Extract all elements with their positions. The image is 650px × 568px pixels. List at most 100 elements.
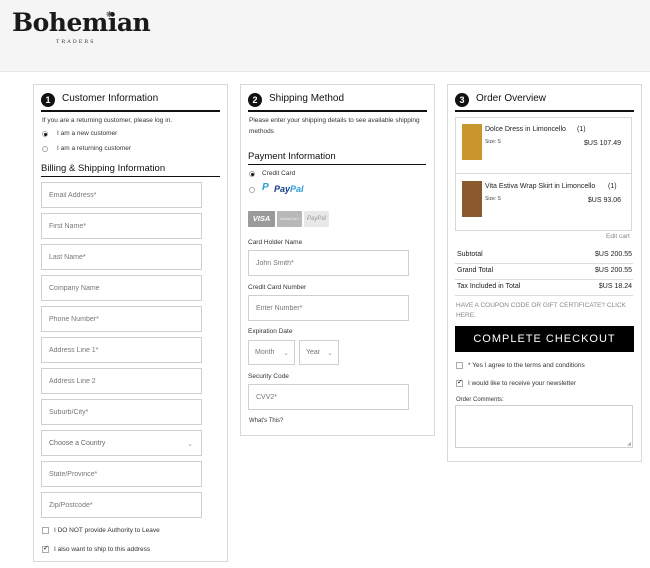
logo-flourish-icon: ❋ [106, 10, 113, 19]
year-value[interactable]: Year [306, 349, 320, 356]
site-header: Bohemian ❋ TRADERS [0, 0, 650, 72]
panel-title: Customer Information [62, 93, 159, 104]
whats-this-link[interactable]: What's This? [249, 418, 283, 424]
paypal-radio[interactable] [249, 187, 255, 193]
expiration-date-label: Expiration Date [248, 328, 293, 335]
subtotal-value: $US 200.55 [595, 251, 632, 258]
grand-total-row: Grand Total $US 200.55 [455, 264, 633, 280]
item-size: Size: S [485, 196, 501, 202]
phone-number-input[interactable] [42, 307, 201, 331]
newsletter-checkbox[interactable] [456, 378, 463, 387]
visa-logo: VISA [248, 211, 275, 227]
state-province-input[interactable] [42, 462, 201, 486]
order-items-list: Dolce Dress in Limoncello (1) Size: S $U… [455, 117, 632, 231]
item-quantity: (1) [608, 183, 617, 190]
subtotal-label: Subtotal [457, 251, 483, 258]
expiration-year-select[interactable]: Year ⌄ [299, 340, 339, 365]
order-comments-label: Order Comments: [456, 397, 504, 403]
returning-customer-radio[interactable] [42, 146, 48, 152]
address-line-1-input[interactable] [42, 338, 201, 362]
first-name-input[interactable] [42, 214, 201, 238]
billing-divider [41, 176, 220, 177]
month-value[interactable]: Month [255, 349, 274, 356]
customer-panel-header: 1 Customer Information [41, 92, 220, 112]
country-select[interactable]: Choose a Country ⌄ [41, 430, 202, 456]
ship-to-address-checkbox[interactable] [42, 544, 49, 553]
item-name[interactable]: Vita Estiva Wrap Skirt in Limoncello [485, 183, 595, 190]
country-select-value[interactable]: Choose a Country [42, 431, 201, 455]
company-name-field[interactable] [41, 275, 202, 301]
phone-number-field[interactable] [41, 306, 202, 332]
item-thumbnail[interactable] [462, 181, 482, 217]
new-customer-label[interactable]: I am a new customer [57, 130, 117, 137]
grand-total-value: $US 200.55 [595, 267, 632, 274]
order-item: Dolce Dress in Limoncello (1) Size: S $U… [456, 118, 631, 174]
item-price: $US 93.06 [587, 197, 621, 204]
suburb-city-field[interactable] [41, 399, 202, 425]
agree-terms-checkbox[interactable] [456, 362, 463, 369]
first-name-field[interactable] [41, 213, 202, 239]
credit-card-radio[interactable] [249, 171, 255, 177]
address-line-2-field[interactable] [41, 368, 202, 394]
chevron-down-icon[interactable]: ⌄ [187, 440, 193, 448]
grand-total-label: Grand Total [457, 267, 494, 274]
authority-to-leave-label[interactable]: I DO NOT provide Authority to Leave [54, 527, 160, 534]
expiration-month-select[interactable]: Month ⌄ [248, 340, 295, 365]
brand-subtitle: TRADERS [56, 39, 96, 45]
security-code-label: Security Code [248, 373, 289, 380]
chevron-down-icon[interactable]: ⌄ [327, 349, 333, 357]
chevron-down-icon[interactable]: ⌄ [283, 349, 289, 357]
security-code-field[interactable] [248, 384, 409, 410]
new-customer-radio[interactable] [42, 131, 48, 137]
order-item: Vita Estiva Wrap Skirt in Limoncello (1)… [456, 175, 631, 231]
tax-row: Tax Included in Total $US 18.24 [455, 280, 633, 296]
address-line-1-field[interactable] [41, 337, 202, 363]
step-number: 3 [455, 93, 469, 107]
complete-checkout-button[interactable]: COMPLETE CHECKOUT [455, 326, 634, 352]
card-holder-input[interactable] [249, 251, 408, 275]
card-number-field[interactable] [248, 295, 409, 321]
ship-to-address-label[interactable]: I also want to ship to this address [54, 546, 150, 553]
address-line-2-input[interactable] [42, 369, 201, 393]
zip-postcode-field[interactable] [41, 492, 202, 518]
billing-shipping-title: Billing & Shipping Information [41, 163, 166, 174]
security-code-input[interactable] [249, 385, 408, 409]
suburb-city-input[interactable] [42, 400, 201, 424]
payment-information-title: Payment Information [248, 151, 336, 162]
agree-terms-label[interactable]: * Yes I agree to the terms and condition… [468, 362, 585, 369]
last-name-input[interactable] [42, 245, 201, 269]
paypal-logo: PayPal [304, 211, 329, 227]
step-number: 1 [41, 93, 55, 107]
paypal-icon: P [262, 182, 269, 193]
email-input[interactable] [42, 183, 201, 207]
tax-label: Tax Included in Total [457, 283, 521, 290]
order-comments-textarea[interactable]: ◢ [455, 405, 633, 448]
shipping-instructions: Please enter your shipping details to se… [249, 117, 420, 135]
returning-customer-prompt: If you are a returning customer, please … [42, 117, 173, 124]
paypal-label[interactable]: PayPal [274, 184, 304, 194]
item-quantity: (1) [577, 126, 586, 133]
card-holder-field[interactable] [248, 250, 409, 276]
brand-logo[interactable]: Bohemian [12, 8, 151, 37]
coupon-link[interactable]: HAVE A COUPON CODE OR GIFT CERTIFICATE? … [456, 301, 636, 321]
credit-card-label[interactable]: Credit Card [262, 170, 295, 177]
state-province-field[interactable] [41, 461, 202, 487]
last-name-field[interactable] [41, 244, 202, 270]
card-number-input[interactable] [249, 296, 408, 320]
returning-customer-label[interactable]: I am a returning customer [57, 145, 131, 152]
order-panel-header: 3 Order Overview [455, 92, 634, 112]
authority-to-leave-checkbox[interactable] [42, 527, 49, 534]
tax-value: $US 18.24 [598, 283, 632, 290]
edit-cart-link[interactable]: Edit cart [606, 233, 630, 240]
resize-handle-icon[interactable]: ◢ [627, 441, 631, 447]
subtotal-row: Subtotal $US 200.55 [455, 248, 633, 264]
company-name-input[interactable] [42, 276, 201, 300]
newsletter-label[interactable]: I would like to receive your newsletter [468, 380, 576, 387]
step-number: 2 [248, 93, 262, 107]
email-field[interactable] [41, 182, 202, 208]
item-size: Size: S [485, 139, 501, 145]
item-name[interactable]: Dolce Dress in Limoncello [485, 126, 566, 133]
item-thumbnail[interactable] [462, 124, 482, 160]
zip-postcode-input[interactable] [42, 493, 201, 517]
card-holder-label: Card Holder Name [248, 239, 303, 246]
